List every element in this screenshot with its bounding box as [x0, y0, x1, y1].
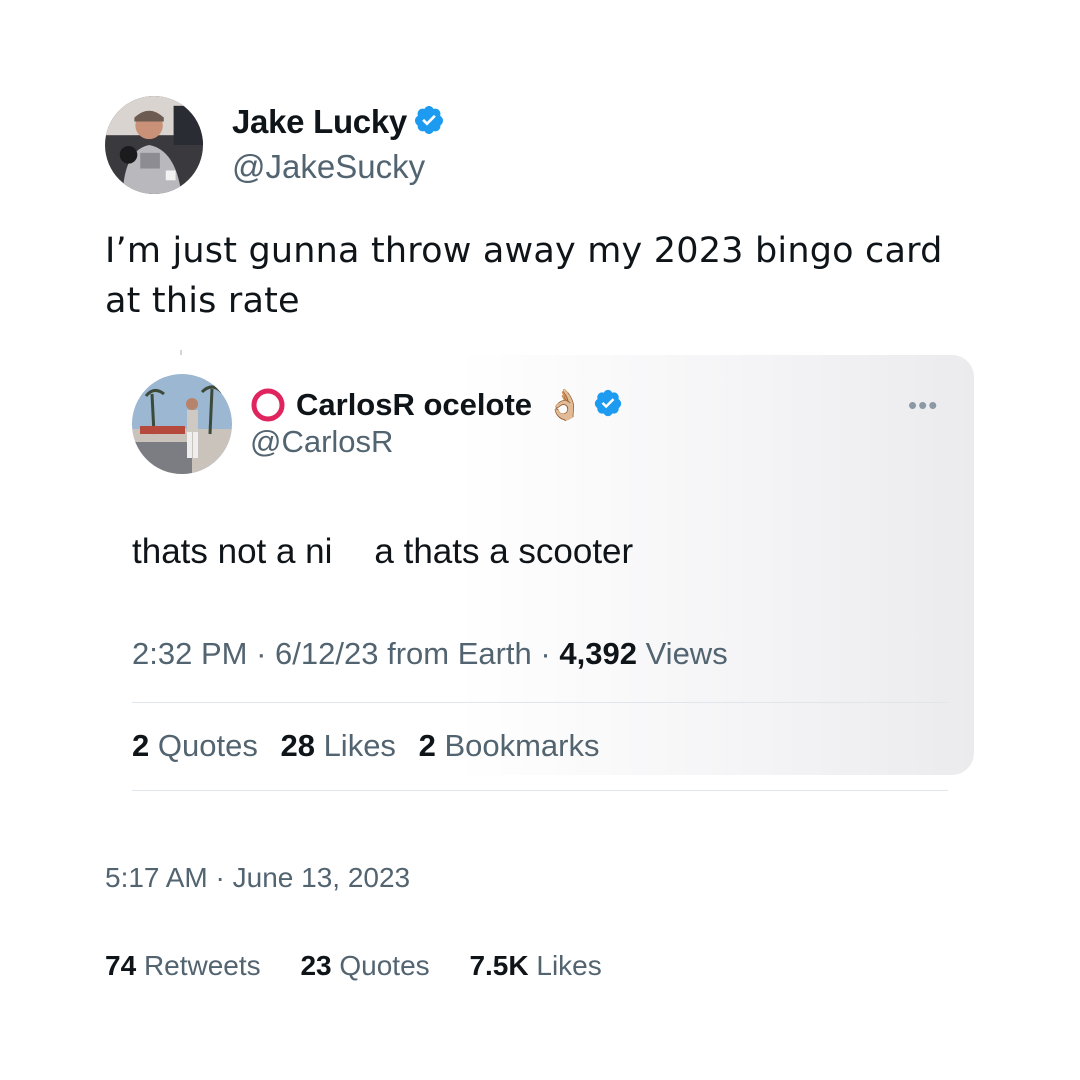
verified-badge-icon	[593, 388, 623, 423]
author-name-row[interactable]: Jake Lucky	[232, 100, 445, 144]
quoted-author-name-row[interactable]: CarlosR ocelote 👌🏼	[250, 384, 623, 426]
author-display-name[interactable]: Jake Lucky	[232, 103, 407, 141]
quoted-likes-stat[interactable]: 28 Likes	[280, 728, 395, 763]
quoted-views-label: Views	[645, 636, 728, 671]
quoted-date[interactable]: 6/12/23	[275, 636, 378, 671]
quoted-tweet-text: thats not a ni a thats a scooter	[132, 532, 633, 572]
meta-separator: ·	[540, 636, 560, 671]
quoted-tweet-stats: 2 Quotes 28 Likes 2 Bookmarks	[132, 728, 613, 764]
quoted-time[interactable]: 2:32 PM	[132, 636, 247, 671]
divider	[132, 702, 948, 703]
quoted-author-avatar[interactable]	[132, 374, 232, 474]
quoted-bookmarks-stat[interactable]: 2 Bookmarks	[419, 728, 600, 763]
tweet-timestamp[interactable]: 5:17 AM · June 13, 2023	[105, 862, 410, 894]
meta-separator: ·	[256, 636, 276, 671]
tweet-text: I’m just gunna throw away my 2023 bingo …	[105, 231, 943, 321]
quoted-author-display-name[interactable]: CarlosR ocelote	[296, 387, 532, 423]
quoted-tweet-meta: 2:32 PM · 6/12/23 from Earth · 4,392 Vie…	[132, 636, 728, 672]
quoted-author-handle[interactable]: @CarlosR	[250, 424, 393, 460]
verified-badge-icon	[413, 104, 445, 141]
likes-stat[interactable]: 7.5K Likes	[469, 950, 601, 981]
author-handle[interactable]: @JakeSucky	[232, 148, 425, 186]
quotes-stat[interactable]: 23 Quotes	[300, 950, 429, 981]
quoted-quotes-stat[interactable]: 2 Quotes	[132, 728, 258, 763]
meta-separator: ·	[215, 862, 233, 893]
retweets-stat[interactable]: 74 Retweets	[105, 950, 261, 981]
author-avatar-image	[105, 96, 203, 194]
tweet-date: June 13, 2023	[232, 862, 411, 893]
red-ring-icon	[250, 387, 286, 423]
divider	[132, 790, 948, 791]
tweet-time: 5:17 AM	[105, 862, 208, 893]
quoted-author-avatar-image	[132, 374, 232, 474]
quoted-views-count: 4,392	[559, 636, 637, 671]
author-avatar[interactable]	[105, 96, 203, 194]
quoted-source: from Earth	[387, 636, 532, 671]
quoted-text-part-1: thats not a ni	[132, 532, 333, 571]
ok-hand-icon: 👌🏼	[546, 387, 584, 423]
tweet-stats: 74 Retweets 23 Quotes 7.5K Likes	[105, 950, 634, 982]
more-dots-icon[interactable]: •••	[908, 390, 938, 421]
quoted-text-part-2: a thats a scooter	[374, 532, 634, 571]
